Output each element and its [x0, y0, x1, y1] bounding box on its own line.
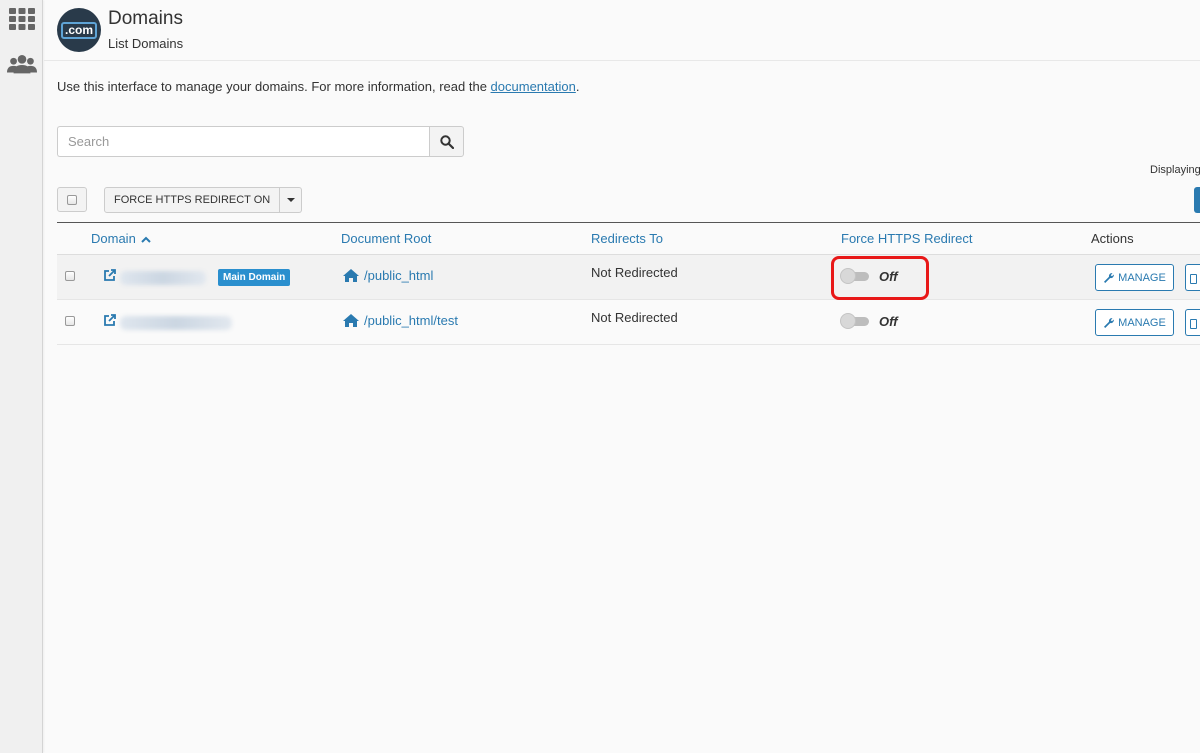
column-header-redirects-to[interactable]: Redirects To — [591, 231, 663, 246]
redirects-to-value: Not Redirected — [591, 265, 678, 280]
manage-button[interactable]: MANAGE — [1095, 264, 1174, 291]
checkbox-icon — [67, 194, 77, 205]
external-link-icon[interactable] — [103, 314, 116, 332]
main-domain-badge: Main Domain — [218, 269, 291, 286]
toggle-switch — [839, 267, 871, 285]
select-all-checkbox[interactable] — [57, 187, 87, 212]
manage-button[interactable]: MANAGE — [1095, 309, 1174, 336]
apps-grid-icon[interactable] — [7, 6, 37, 32]
column-header-document-root[interactable]: Document Root — [341, 231, 431, 246]
users-icon[interactable] — [7, 51, 37, 77]
secondary-action-button[interactable] — [1185, 264, 1200, 291]
page-size-button[interactable] — [1194, 187, 1200, 213]
domain-name[interactable] — [120, 271, 206, 285]
toggle-state-label: Off — [879, 268, 898, 284]
bulk-action-dropdown[interactable] — [280, 187, 303, 213]
toggle-switch — [839, 312, 871, 330]
documentation-link[interactable]: documentation — [491, 79, 576, 94]
wrench-icon — [1104, 273, 1115, 283]
page-header: .com Domains List Domains — [44, 0, 1200, 61]
column-header-actions: Actions — [1091, 231, 1134, 246]
search-button[interactable] — [429, 126, 464, 157]
toggle-state-label: Off — [879, 313, 898, 329]
intro-text: Use this interface to manage your domain… — [57, 79, 579, 94]
secondary-action-button[interactable] — [1185, 309, 1200, 336]
table-row: Main Domain /public_html Not Redirected … — [57, 255, 1200, 300]
domain-name[interactable] — [120, 316, 232, 330]
force-https-on-button[interactable]: FORCE HTTPS REDIRECT ON — [104, 187, 281, 213]
bulk-action-group: FORCE HTTPS REDIRECT ON — [104, 187, 303, 213]
force-https-toggle[interactable]: Off — [839, 312, 898, 330]
domains-logo: .com — [57, 8, 101, 52]
row-checkbox[interactable] — [65, 271, 75, 281]
document-root-link[interactable]: /public_html — [342, 268, 433, 283]
domains-table: Domain Document Root Redirects To Force … — [57, 222, 1200, 345]
main-content: .com Domains List Domains Use this inter… — [44, 0, 1200, 753]
intro-body: Use this interface to manage your domain… — [57, 79, 491, 94]
page-subtitle: List Domains — [108, 36, 184, 51]
column-header-force-https[interactable]: Force HTTPS Redirect — [841, 231, 972, 246]
row-checkbox[interactable] — [65, 316, 75, 326]
manage-button-label: MANAGE — [1118, 271, 1166, 284]
checkbox-icon — [65, 271, 75, 281]
column-label-domain: Domain — [91, 231, 136, 246]
document-root-path: /public_html — [364, 268, 434, 283]
search-icon — [439, 134, 454, 149]
page-title: Domains — [108, 8, 183, 29]
table-header: Domain Document Root Redirects To Force … — [57, 222, 1200, 255]
search-bar — [57, 126, 464, 157]
displaying-text: Displaying — [1150, 164, 1200, 176]
checkbox-icon — [65, 316, 75, 326]
document-root-link[interactable]: /public_html/test — [342, 313, 458, 328]
chevron-down-icon — [286, 198, 295, 202]
external-link-icon[interactable] — [103, 269, 116, 287]
sort-ascending-icon — [141, 236, 152, 243]
home-icon — [343, 314, 359, 327]
force-https-toggle[interactable]: Off — [839, 267, 898, 285]
table-row: /public_html/test Not Redirected Off MAN… — [57, 300, 1200, 345]
search-input[interactable] — [57, 126, 429, 157]
column-header-domain[interactable]: Domain — [91, 231, 152, 246]
manage-button-label: MANAGE — [1118, 316, 1166, 329]
document-root-path: /public_html/test — [364, 313, 458, 328]
home-icon — [343, 269, 359, 282]
intro-suffix: . — [575, 79, 580, 94]
wrench-icon — [1104, 318, 1115, 328]
redirects-to-value: Not Redirected — [591, 310, 678, 325]
logo-text: .com — [60, 21, 97, 39]
sidebar — [0, 0, 43, 753]
